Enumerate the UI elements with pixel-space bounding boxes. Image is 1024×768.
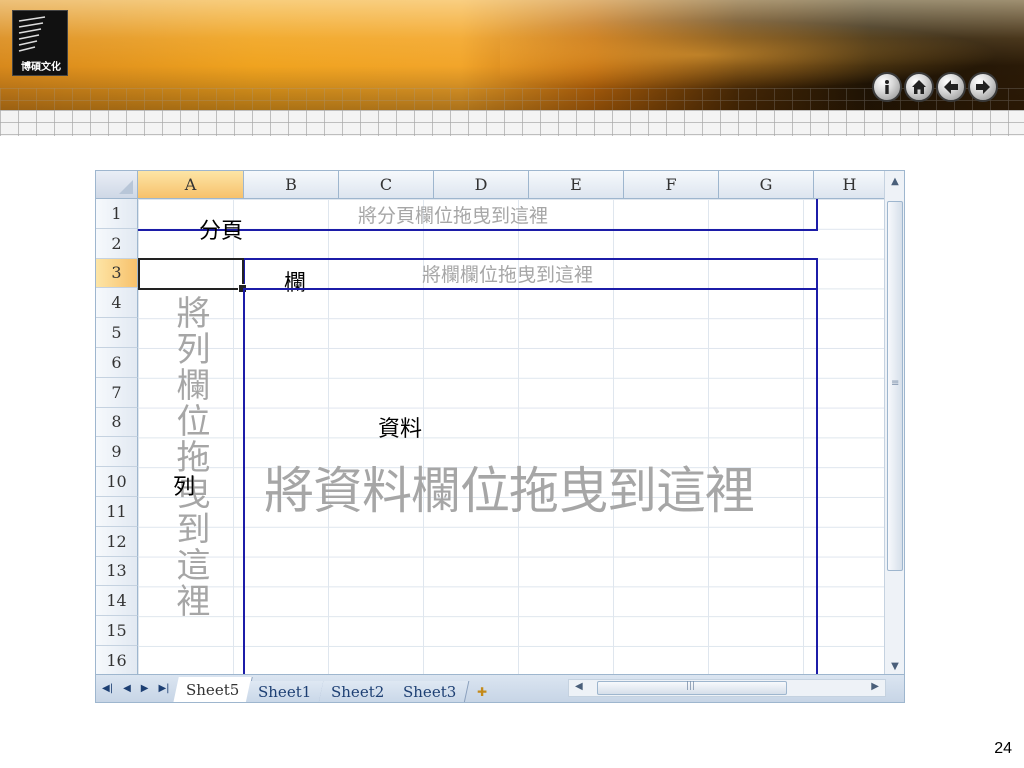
- row-header-8[interactable]: 8: [96, 407, 138, 438]
- logo-wave-icon: [18, 16, 46, 52]
- data-field-hint: 將資料欄位拖曳到這裡: [264, 462, 755, 520]
- row-header-4[interactable]: 4: [96, 288, 138, 319]
- row-header-15[interactable]: 15: [96, 616, 138, 646]
- column-field-hint: 將欄欄位拖曳到這裡: [422, 264, 594, 286]
- column-header-g[interactable]: G: [719, 171, 814, 199]
- column-header-h[interactable]: H: [814, 171, 886, 199]
- column-header-f[interactable]: F: [624, 171, 719, 199]
- prev-sheet-icon[interactable]: ◀: [123, 683, 131, 694]
- data-field-label: 資料: [378, 417, 423, 442]
- header-grid-pattern-lower: [0, 110, 1024, 136]
- row-header-6[interactable]: 6: [96, 347, 138, 378]
- home-icon: [912, 80, 926, 94]
- header-grid-pattern-upper: [0, 88, 1024, 110]
- row-header-13[interactable]: 13: [96, 556, 138, 587]
- row-header-11[interactable]: 11: [96, 496, 138, 527]
- row-field-label: 列: [173, 475, 196, 500]
- selected-cell-a3[interactable]: [138, 258, 247, 293]
- row-header-10[interactable]: 10: [96, 467, 138, 497]
- horizontal-scroll-thumb[interactable]: [597, 681, 787, 695]
- back-button[interactable]: [936, 72, 966, 102]
- spreadsheet-window: A B C D E F G H 1 2 3 4 5 6 7 8 9 10 11 …: [95, 170, 905, 703]
- scroll-right-icon[interactable]: ▶: [871, 681, 879, 692]
- forward-button[interactable]: [968, 72, 998, 102]
- row-header-9[interactable]: 9: [96, 437, 138, 468]
- info-button[interactable]: [872, 72, 902, 102]
- page-number: 24: [994, 740, 1012, 757]
- row-header-3[interactable]: 3: [96, 258, 138, 289]
- tab-navigation: ◀| ◀ ▶ ▶|: [96, 683, 176, 694]
- column-header-c[interactable]: C: [339, 171, 434, 199]
- column-header-a[interactable]: A: [138, 171, 244, 199]
- scroll-down-icon[interactable]: ▼: [887, 658, 903, 674]
- row-header-2[interactable]: 2: [96, 228, 138, 259]
- page-field-label: 分頁: [199, 219, 244, 244]
- next-sheet-icon[interactable]: ▶: [141, 683, 149, 694]
- row-field-hint: 將列欄位拖曳到這裡: [170, 295, 210, 619]
- tab-sheet5[interactable]: Sheet5: [173, 676, 254, 702]
- column-header-b[interactable]: B: [244, 171, 339, 199]
- first-sheet-icon[interactable]: ◀|: [102, 683, 113, 694]
- column-headers: A B C D E F G H: [138, 171, 886, 199]
- sheet-tab-bar: ◀| ◀ ▶ ▶| Sheet5 Sheet1 Sheet2 Sheet3 ✚ …: [96, 674, 904, 703]
- info-icon: [885, 80, 889, 94]
- scroll-up-icon[interactable]: ▲: [887, 173, 903, 189]
- arrow-right-icon: [976, 80, 990, 94]
- arrow-left-icon: [944, 80, 958, 94]
- horizontal-scrollbar[interactable]: ◀ ▶: [568, 679, 886, 697]
- logo-text: 博碩文化: [21, 62, 61, 73]
- tab-sheet1[interactable]: Sheet1: [245, 680, 325, 702]
- page-field-hint: 將分頁欄位拖曳到這裡: [358, 205, 549, 227]
- slide-nav: [872, 72, 998, 102]
- row-headers: 1 2 3 4 5 6 7 8 9 10 11 12 13 14 15 16: [96, 199, 138, 676]
- last-sheet-icon[interactable]: ▶|: [158, 683, 169, 694]
- row-header-7[interactable]: 7: [96, 377, 138, 408]
- vertical-scrollbar[interactable]: ▲ ▼: [884, 171, 904, 676]
- select-all-corner[interactable]: [96, 171, 138, 199]
- row-header-16[interactable]: 16: [96, 645, 138, 676]
- scroll-left-icon[interactable]: ◀: [575, 681, 583, 692]
- vertical-scroll-thumb[interactable]: [887, 201, 903, 571]
- row-header-12[interactable]: 12: [96, 526, 138, 557]
- column-header-d[interactable]: D: [434, 171, 529, 199]
- tab-sheet2[interactable]: Sheet2: [318, 680, 398, 702]
- tab-sheet3[interactable]: Sheet3: [390, 680, 470, 702]
- column-header-e[interactable]: E: [529, 171, 624, 199]
- publisher-logo: 博碩文化: [12, 10, 68, 76]
- home-button[interactable]: [904, 72, 934, 102]
- row-header-5[interactable]: 5: [96, 318, 138, 348]
- row-header-1[interactable]: 1: [96, 199, 138, 229]
- sheet-tabs: Sheet5 Sheet1 Sheet2 Sheet3 ✚: [173, 675, 499, 703]
- insert-sheet-icon[interactable]: ✚: [465, 681, 499, 703]
- row-header-14[interactable]: 14: [96, 586, 138, 617]
- slide: 博碩文化 A B C D E F G H 1 2 3 4 5 6 7 8 9 1…: [0, 0, 1024, 768]
